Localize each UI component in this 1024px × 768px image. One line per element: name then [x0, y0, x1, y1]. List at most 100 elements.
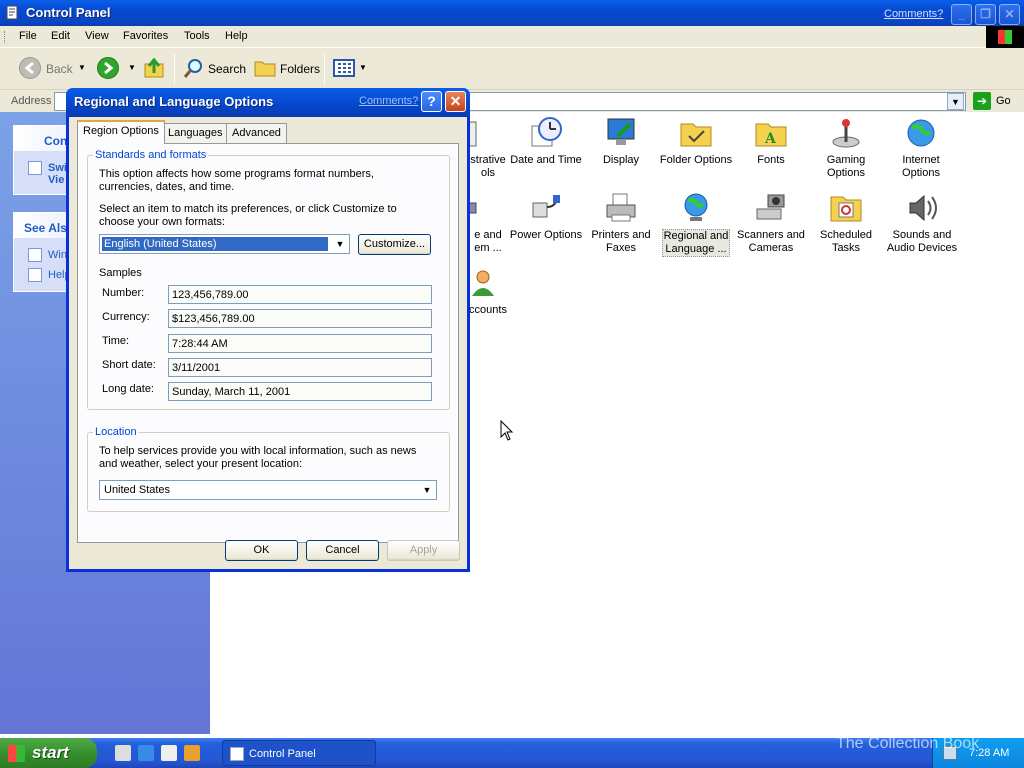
address-dropdown-icon[interactable]: ▼	[947, 93, 964, 110]
close-icon: ✕	[1004, 7, 1015, 21]
menu-view[interactable]: View	[85, 30, 109, 42]
go-button[interactable]: Go	[996, 95, 1011, 107]
help-icon[interactable]	[28, 268, 42, 282]
menu-favorites[interactable]: Favorites	[123, 30, 168, 42]
views-icon[interactable]	[333, 58, 355, 78]
sample-label-short-date: Short date:	[102, 359, 156, 371]
sample-label-time: Time:	[102, 335, 130, 347]
cp-item-regional-and-language[interactable]: Regional and Language ...	[656, 191, 736, 257]
menu-file[interactable]: File	[19, 30, 37, 42]
toolbar-separator	[174, 54, 175, 84]
location-select[interactable]: United States ▼	[99, 480, 437, 500]
search-icon[interactable]	[183, 57, 205, 79]
network-icon[interactable]	[161, 745, 177, 761]
cp-item-label: Scanners and Cameras	[737, 229, 805, 254]
cp-item-printers-and-faxes[interactable]: Printers and Faxes	[581, 191, 661, 255]
start-button[interactable]: start	[0, 738, 97, 768]
cp-item-internet-options[interactable]: Internet Options	[881, 116, 961, 180]
cp-item-display[interactable]: Display	[581, 116, 661, 167]
windows-flag-icon	[8, 745, 25, 762]
menu-bar: File Edit View Favorites Tools Help	[0, 26, 1024, 48]
cp-item-label: Folder Options	[659, 154, 733, 166]
search-button[interactable]: Search	[208, 62, 246, 76]
toolbar-separator	[324, 54, 325, 84]
minimize-icon: _	[958, 7, 965, 21]
sample-label-long-date: Long date:	[102, 383, 154, 395]
cp-item-label: Printers and Faxes	[591, 229, 651, 254]
switch-view-line-2[interactable]: Vie	[48, 174, 64, 186]
dialog-comments-link[interactable]: Comments?	[359, 95, 418, 107]
tab-languages[interactable]: Languages	[162, 123, 229, 143]
forward-dropdown-icon[interactable]: ▼	[128, 63, 136, 72]
forward-arrow-icon[interactable]	[97, 57, 119, 79]
tab-panel-region-options: Standards and formats This option affect…	[77, 143, 459, 543]
scheduled-tasks-icon	[830, 196, 862, 222]
date-time-icon	[531, 117, 562, 147]
folder-options-icon	[680, 123, 712, 147]
chevron-down-icon[interactable]: ▼	[332, 236, 348, 252]
see-also-windows-update[interactable]: Win	[48, 249, 67, 261]
media-player-icon[interactable]	[184, 745, 200, 761]
gaming-options-icon	[832, 119, 860, 148]
location-legend: Location	[95, 426, 137, 438]
cp-item-sounds-and-audio[interactable]: Sounds and Audio Devices	[881, 191, 963, 255]
customize-button[interactable]: Customize...	[358, 234, 431, 255]
toolbar: Back ▼ ▼ Search Folders ▼	[0, 48, 1024, 90]
close-button[interactable]: ✕	[999, 4, 1020, 25]
tab-advanced[interactable]: Advanced	[226, 123, 287, 143]
window-title-bar[interactable]: Control Panel Comments? _ ❐ ✕	[0, 0, 1024, 26]
back-button[interactable]: Back	[46, 62, 73, 76]
cp-item-scanners-and-cameras[interactable]: Scanners and Cameras	[731, 191, 811, 255]
menu-grip[interactable]	[4, 31, 6, 43]
menu-edit[interactable]: Edit	[51, 30, 70, 42]
help-icon: ?	[427, 93, 436, 109]
cp-item-label: Internet Options	[902, 154, 940, 179]
back-arrow-icon[interactable]	[19, 57, 41, 79]
regional-language-icon	[684, 193, 708, 221]
switch-view-icon[interactable]	[28, 161, 42, 175]
cp-item-label: Date and Time	[510, 154, 582, 166]
internet-explorer-icon[interactable]	[138, 745, 154, 761]
cp-item-scheduled-tasks[interactable]: Scheduled Tasks	[806, 191, 886, 255]
folders-icon[interactable]	[254, 58, 276, 78]
menu-help[interactable]: Help	[225, 30, 248, 42]
format-select-value: English (United States)	[101, 236, 329, 252]
cp-item-folder-options[interactable]: Folder Options	[656, 116, 736, 167]
sample-value-currency: $123,456,789.00	[168, 309, 432, 328]
show-desktop-icon[interactable]	[115, 745, 131, 761]
svg-text:A: A	[764, 131, 777, 147]
maximize-button[interactable]: ❐	[975, 4, 996, 25]
help-button[interactable]: ?	[421, 91, 442, 112]
watermark: The Collection Book	[836, 735, 980, 752]
folders-button[interactable]: Folders	[280, 62, 320, 76]
dialog-close-button[interactable]: ✕	[445, 91, 466, 112]
minimize-button[interactable]: _	[951, 4, 972, 25]
cancel-button[interactable]: Cancel	[306, 540, 379, 561]
apply-button[interactable]: Apply	[387, 540, 460, 561]
samples-heading: Samples	[99, 267, 142, 279]
taskbar-item-control-panel[interactable]: Control Panel	[222, 740, 376, 766]
views-dropdown-icon[interactable]: ▼	[359, 63, 367, 72]
location-select-value: United States	[104, 484, 171, 496]
address-label: Address	[11, 95, 52, 107]
ok-button[interactable]: OK	[225, 540, 298, 561]
start-label: start	[32, 743, 69, 762]
sample-value-time: 7:28:44 AM	[168, 334, 432, 353]
sample-label-number: Number:	[102, 287, 145, 299]
windows-update-icon[interactable]	[28, 248, 42, 262]
taskbar-item-label: Control Panel	[249, 748, 316, 760]
up-folder-icon[interactable]	[143, 56, 165, 80]
cp-item-date-and-time[interactable]: Date and Time	[506, 116, 586, 167]
tab-region-options[interactable]: Region Options	[77, 120, 165, 144]
cp-item-fonts[interactable]: A Fonts	[731, 116, 811, 167]
switch-view-line-1[interactable]: Swi	[48, 162, 67, 174]
dialog-title-bar[interactable]: Regional and Language Options Comments? …	[66, 88, 470, 117]
cp-item-power-options[interactable]: Power Options	[506, 191, 586, 242]
chevron-down-icon[interactable]: ▼	[419, 482, 435, 498]
go-arrow-icon[interactable]: ➔	[973, 92, 991, 110]
back-dropdown-icon[interactable]: ▼	[78, 63, 86, 72]
comments-link[interactable]: Comments?	[884, 8, 943, 20]
format-select[interactable]: English (United States) ▼	[99, 234, 350, 254]
cp-item-gaming-options[interactable]: Gaming Options	[806, 116, 886, 180]
menu-tools[interactable]: Tools	[184, 30, 210, 42]
